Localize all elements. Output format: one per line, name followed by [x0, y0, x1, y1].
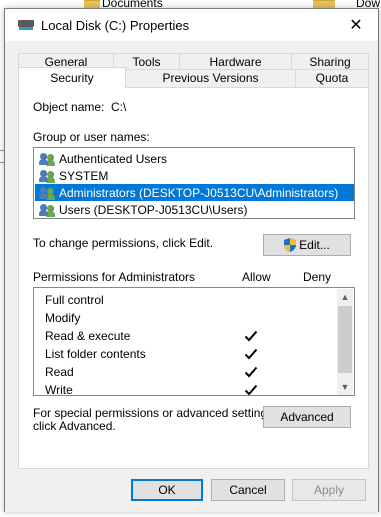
chevron-up-icon: ▲: [340, 292, 350, 302]
folder-icon: [84, 0, 100, 8]
list-item[interactable]: SYSTEM: [35, 167, 354, 184]
allow-check-icon: [244, 330, 258, 342]
allow-check-icon: [244, 348, 258, 360]
list-item[interactable]: Users (DESKTOP-J0513CU\Users): [35, 201, 354, 218]
list-item[interactable]: Authenticated Users: [35, 150, 354, 167]
chevron-down-icon: ▼: [340, 382, 350, 392]
permissions-scrollbar[interactable]: ▲ ▼: [337, 289, 353, 395]
permissions-for-label: Permissions for Administrators: [33, 270, 196, 284]
security-tab-panel: Object name: C:\ Group or user names: Au…: [18, 87, 369, 469]
close-button[interactable]: ✕: [334, 9, 378, 41]
permission-name: List folder contents: [45, 347, 146, 361]
tab-security[interactable]: Security: [18, 67, 126, 88]
group-or-user-names-label: Group or user names:: [33, 130, 150, 144]
permission-name: Read & execute: [45, 329, 131, 343]
permission-row: List folder contents: [35, 345, 335, 363]
users-group-icon: [39, 186, 57, 200]
change-permissions-hint: To change permissions, click Edit.: [33, 236, 214, 250]
ok-button[interactable]: OK: [131, 479, 203, 501]
scroll-thumb[interactable]: [338, 306, 352, 373]
window-title: Local Disk (C:) Properties: [41, 18, 190, 33]
apply-button[interactable]: Apply: [292, 479, 366, 501]
dialog-footer: OK Cancel Apply: [5, 471, 378, 512]
user-list[interactable]: Authenticated Users SYSTEM Administrator…: [33, 147, 355, 219]
tab-quota[interactable]: Quota: [296, 69, 369, 87]
allow-check-icon: [244, 366, 258, 378]
permission-row: Modify: [35, 309, 335, 327]
permissions-list[interactable]: Full control Modify Read & execute List …: [33, 287, 355, 396]
advanced-hint-line2: click Advanced.: [33, 419, 116, 433]
user-name: SYSTEM: [59, 168, 109, 183]
user-name: Authenticated Users: [59, 151, 168, 166]
uac-shield-icon: [284, 238, 297, 252]
close-icon: ✕: [349, 17, 363, 34]
title-bar[interactable]: Local Disk (C:) Properties ✕: [5, 9, 378, 41]
user-name: Users (DESKTOP-J0513CU\Users): [59, 202, 248, 217]
advanced-hint-line1: For special permissions or advanced sett…: [33, 406, 277, 420]
permission-name: Modify: [45, 311, 81, 325]
permission-row: Read: [35, 363, 335, 381]
list-item-selected[interactable]: Administrators (DESKTOP-J0513CU\Administ…: [35, 184, 354, 201]
tab-row-bottom: Security Previous Versions Quota: [18, 67, 369, 88]
properties-dialog: Local Disk (C:) Properties ✕ General Too…: [4, 8, 379, 512]
cancel-button[interactable]: Cancel: [211, 479, 285, 501]
users-group-icon: [39, 203, 57, 217]
scroll-down-button[interactable]: ▼: [337, 379, 353, 395]
allow-column-header: Allow: [242, 270, 271, 284]
edit-button[interactable]: Edit...: [263, 234, 351, 256]
permission-name: Read: [45, 365, 74, 379]
advanced-button[interactable]: Advanced: [263, 406, 351, 428]
user-name: Administrators (DESKTOP-J0513CU\Administ…: [59, 185, 339, 200]
permission-name: Write: [45, 383, 73, 395]
users-group-icon: [39, 169, 57, 183]
permission-name: Full control: [45, 293, 104, 307]
object-name-value: C:\: [111, 100, 127, 114]
permission-row: Write: [35, 381, 335, 395]
object-name-label: Object name:: [33, 100, 105, 114]
deny-column-header: Deny: [303, 270, 332, 284]
users-group-icon: [39, 152, 57, 166]
drive-icon: [18, 18, 34, 32]
tab-previous-versions[interactable]: Previous Versions: [126, 69, 296, 87]
scroll-up-button[interactable]: ▲: [337, 289, 353, 305]
edit-button-label: Edit...: [299, 238, 330, 252]
permission-row: Full control: [35, 291, 335, 309]
permission-row: Read & execute: [35, 327, 335, 345]
allow-check-icon: [244, 384, 258, 395]
